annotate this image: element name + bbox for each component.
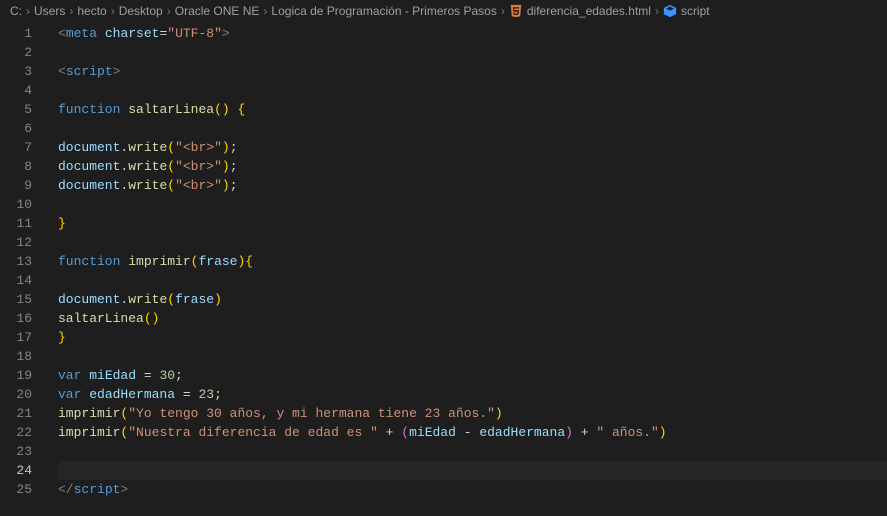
- code-editor[interactable]: 1234567891011121314151617181920212223242…: [0, 22, 887, 499]
- line-number: 23: [0, 442, 46, 461]
- code-line[interactable]: }: [58, 328, 887, 347]
- line-number: 6: [0, 119, 46, 138]
- line-number: 2: [0, 43, 46, 62]
- line-number: 14: [0, 271, 46, 290]
- line-number: 5: [0, 100, 46, 119]
- line-number: 25: [0, 480, 46, 499]
- line-number: 16: [0, 309, 46, 328]
- code-line[interactable]: function saltarLinea() {: [58, 100, 887, 119]
- code-line[interactable]: [58, 81, 887, 100]
- chevron-right-icon: ›: [263, 4, 267, 18]
- breadcrumb-segment[interactable]: Desktop: [119, 4, 163, 18]
- breadcrumb[interactable]: C: › Users › hecto › Desktop › Oracle ON…: [0, 0, 887, 22]
- line-number: 8: [0, 157, 46, 176]
- html-file-icon: [509, 4, 523, 18]
- symbol-icon: [663, 4, 677, 18]
- line-number: 3: [0, 62, 46, 81]
- code-line[interactable]: saltarLinea(): [58, 309, 887, 328]
- code-line[interactable]: [58, 119, 887, 138]
- code-line[interactable]: function imprimir(frase){: [58, 252, 887, 271]
- line-number: 19: [0, 366, 46, 385]
- chevron-right-icon: ›: [111, 4, 115, 18]
- chevron-right-icon: ›: [26, 4, 30, 18]
- code-line[interactable]: </script>: [58, 480, 887, 499]
- code-line[interactable]: document.write(frase): [58, 290, 887, 309]
- code-line[interactable]: imprimir("Nuestra diferencia de edad es …: [58, 423, 887, 442]
- chevron-right-icon: ›: [655, 4, 659, 18]
- line-number: 10: [0, 195, 46, 214]
- chevron-right-icon: ›: [69, 4, 73, 18]
- code-line[interactable]: [58, 461, 887, 480]
- code-line[interactable]: [58, 233, 887, 252]
- breadcrumb-segment[interactable]: C:: [10, 4, 22, 18]
- code-line[interactable]: imprimir("Yo tengo 30 años, y mi hermana…: [58, 404, 887, 423]
- breadcrumb-segment[interactable]: diferencia_edades.html: [527, 4, 651, 18]
- line-number: 4: [0, 81, 46, 100]
- code-line[interactable]: var miEdad = 30;: [58, 366, 887, 385]
- chevron-right-icon: ›: [167, 4, 171, 18]
- line-number: 20: [0, 385, 46, 404]
- code-line[interactable]: [58, 271, 887, 290]
- line-number: 1: [0, 24, 46, 43]
- line-number: 17: [0, 328, 46, 347]
- line-number: 24: [0, 461, 46, 480]
- code-line[interactable]: document.write("<br>");: [58, 138, 887, 157]
- code-line[interactable]: [58, 43, 887, 62]
- line-number: 22: [0, 423, 46, 442]
- code-line[interactable]: [58, 347, 887, 366]
- line-number-gutter: 1234567891011121314151617181920212223242…: [0, 22, 46, 499]
- line-number: 12: [0, 233, 46, 252]
- breadcrumb-segment[interactable]: Users: [34, 4, 65, 18]
- code-line[interactable]: [58, 195, 887, 214]
- breadcrumb-segment[interactable]: Logica de Programación - Primeros Pasos: [271, 4, 496, 18]
- code-line[interactable]: document.write("<br>");: [58, 157, 887, 176]
- code-line[interactable]: }: [58, 214, 887, 233]
- breadcrumb-segment[interactable]: script: [681, 4, 710, 18]
- code-line[interactable]: <meta charset="UTF-8">: [58, 24, 887, 43]
- line-number: 21: [0, 404, 46, 423]
- breadcrumb-segment[interactable]: hecto: [77, 4, 106, 18]
- line-number: 7: [0, 138, 46, 157]
- line-number: 13: [0, 252, 46, 271]
- breadcrumb-segment[interactable]: Oracle ONE NE: [175, 4, 260, 18]
- line-number: 11: [0, 214, 46, 233]
- code-line[interactable]: [58, 442, 887, 461]
- line-number: 15: [0, 290, 46, 309]
- code-area[interactable]: <meta charset="UTF-8"> <script> function s…: [46, 22, 887, 499]
- code-line[interactable]: <script>: [58, 62, 887, 81]
- line-number: 18: [0, 347, 46, 366]
- code-line[interactable]: document.write("<br>");: [58, 176, 887, 195]
- chevron-right-icon: ›: [501, 4, 505, 18]
- line-number: 9: [0, 176, 46, 195]
- code-line[interactable]: var edadHermana = 23;: [58, 385, 887, 404]
